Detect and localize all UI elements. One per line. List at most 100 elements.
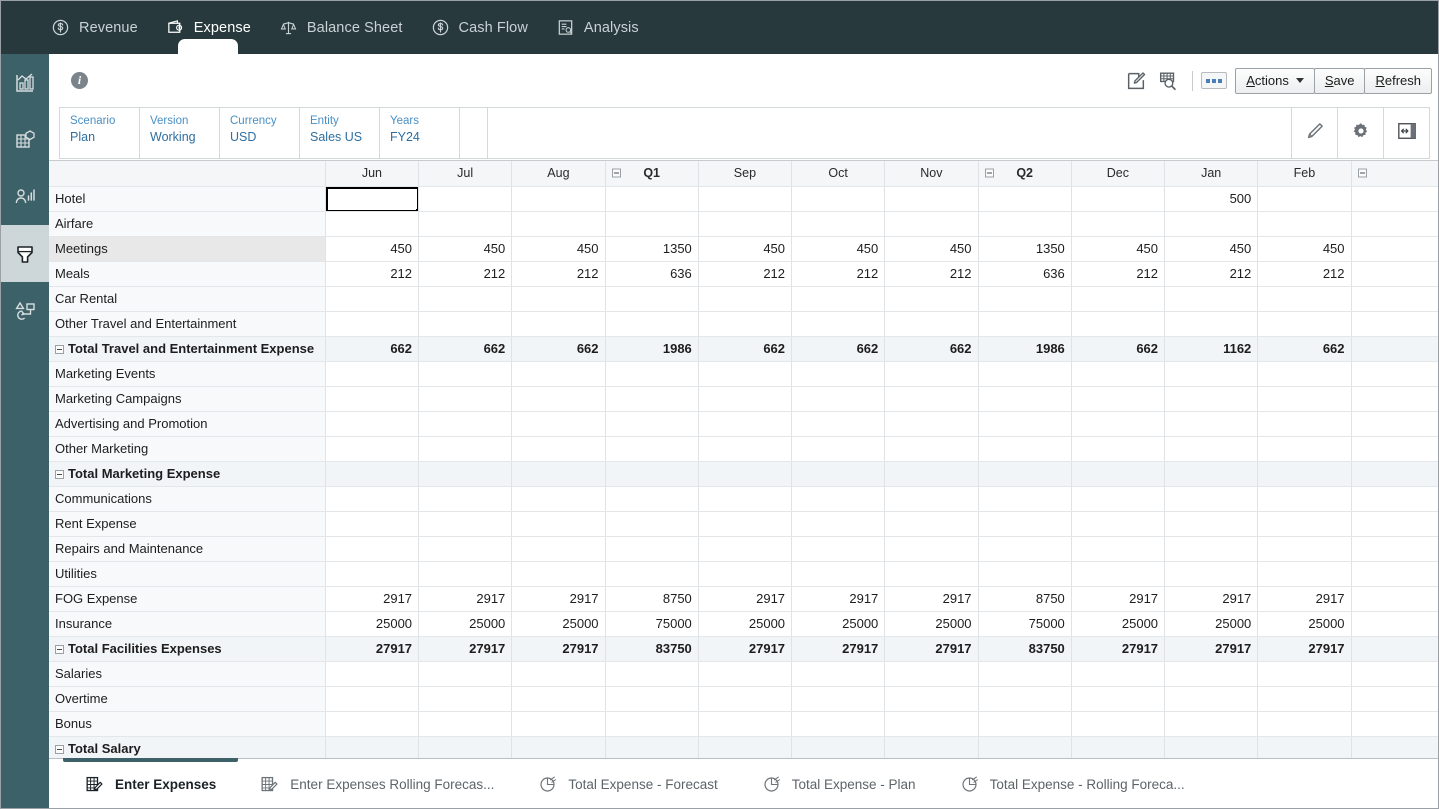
grid-cell[interactable] (1351, 386, 1438, 412)
grid-cell[interactable] (791, 461, 886, 487)
grid-cell[interactable]: 450 (418, 236, 513, 262)
grid-cell[interactable] (418, 536, 513, 562)
grid-cell[interactable]: 662 (1071, 336, 1166, 362)
grid-cell[interactable] (418, 186, 513, 212)
grid-cell[interactable] (605, 186, 699, 212)
grid-cell[interactable]: 636 (978, 261, 1072, 287)
grid-column-header[interactable]: Aug (511, 161, 606, 187)
grid-search-icon[interactable] (1155, 68, 1181, 94)
grid-cell[interactable] (325, 461, 420, 487)
grid-cell[interactable] (605, 361, 699, 387)
grid-cell[interactable] (1071, 286, 1166, 312)
grid-cell[interactable] (511, 186, 606, 212)
grid-cell[interactable]: 212 (698, 261, 793, 287)
grid-cell[interactable] (698, 511, 793, 537)
bottom-tab-total-expense-rolling-forecast[interactable]: Total Expense - Rolling Foreca... (938, 759, 1207, 809)
grid-cell[interactable] (511, 686, 606, 712)
table-row[interactable]: Communications (49, 486, 1438, 512)
sidebar-item-data-forms[interactable] (1, 225, 49, 282)
grid-cell[interactable] (1071, 411, 1166, 437)
grid-cell[interactable]: 662 (511, 336, 606, 362)
grid-cell[interactable]: 662 (884, 336, 979, 362)
grid-cell[interactable] (1164, 736, 1259, 758)
grid-cell[interactable] (791, 436, 886, 462)
grid-cell[interactable] (1257, 536, 1352, 562)
grid-cell[interactable]: 662 (791, 336, 886, 362)
grid-cell[interactable] (698, 486, 793, 512)
grid-cell[interactable] (1351, 236, 1438, 262)
grid-column-header[interactable]: Q2 (978, 161, 1072, 187)
grid-cell[interactable] (511, 511, 606, 537)
grid-cell[interactable] (418, 436, 513, 462)
grid-cell[interactable] (605, 211, 699, 237)
grid-cell[interactable]: 212 (884, 261, 979, 287)
grid-cell[interactable] (605, 511, 699, 537)
grid-cell[interactable] (325, 311, 420, 337)
table-row[interactable]: Marketing Campaigns (49, 386, 1438, 412)
grid-cell[interactable] (605, 411, 699, 437)
grid-cell[interactable] (325, 486, 420, 512)
grid-cell[interactable]: 662 (325, 336, 420, 362)
grid-cell[interactable] (978, 561, 1072, 587)
grid-column-header[interactable]: Q1 (605, 161, 699, 187)
grid-cell[interactable] (978, 686, 1072, 712)
table-row[interactable]: Repairs and Maintenance (49, 536, 1438, 562)
grid-cell[interactable] (1071, 686, 1166, 712)
grid-cell[interactable] (978, 386, 1072, 412)
grid-cell[interactable]: 212 (1164, 261, 1259, 287)
grid-cell[interactable] (1071, 386, 1166, 412)
grid-cell[interactable] (1164, 536, 1259, 562)
row-header-cell[interactable]: Insurance (49, 611, 326, 637)
grid-cell[interactable] (884, 386, 979, 412)
table-row[interactable]: Meetings 450 450 450 1350 450 450 450 1350 450 450… (49, 236, 1438, 262)
table-row[interactable]: Total Travel and Entertainment Expense 66… (49, 336, 1438, 362)
grid-cell[interactable] (1257, 186, 1352, 212)
grid-cell[interactable] (511, 486, 606, 512)
table-row[interactable]: Insurance 25000 25000 25000 75000 25000 25000 2… (49, 611, 1438, 637)
grid-cell[interactable] (325, 661, 420, 687)
row-header-cell[interactable]: Rent Expense (49, 511, 326, 537)
grid-cell[interactable] (1257, 736, 1352, 758)
table-row[interactable]: Other Marketing (49, 436, 1438, 462)
grid-cell[interactable]: 25000 (1257, 611, 1352, 637)
row-header-cell[interactable]: Total Travel and Entertainment Expense (49, 336, 326, 362)
bottom-tab-total-expense-plan[interactable]: Total Expense - Plan (740, 759, 938, 809)
grid-column-header[interactable]: Sep (698, 161, 793, 187)
grid-cell[interactable]: 2917 (511, 586, 606, 612)
grid-cell[interactable] (1351, 736, 1438, 758)
grid-cell[interactable]: 636 (605, 261, 699, 287)
grid-cell[interactable]: 27917 (1164, 636, 1259, 662)
grid-cell[interactable]: 8750 (605, 586, 699, 612)
grid-cell[interactable] (1164, 311, 1259, 337)
grid-cell[interactable] (1071, 661, 1166, 687)
grid-cell[interactable]: 2917 (1071, 586, 1166, 612)
pov-item-years[interactable]: Years FY24 (380, 108, 460, 158)
pov-resize-panel-button[interactable] (1383, 108, 1429, 158)
grid-cell[interactable] (1164, 486, 1259, 512)
row-header-cell[interactable]: Airfare (49, 211, 326, 237)
grid-cell[interactable] (1071, 511, 1166, 537)
grid-cell[interactable] (1257, 211, 1352, 237)
table-row[interactable]: FOG Expense 2917 2917 2917 8750 2917 2917 2917 8… (49, 586, 1438, 612)
grid-cell[interactable] (978, 461, 1072, 487)
grid-cell[interactable]: 450 (511, 236, 606, 262)
row-header-cell[interactable]: Advertising and Promotion (49, 411, 326, 437)
grid-cell[interactable] (325, 286, 420, 312)
grid-cell[interactable]: 450 (1257, 236, 1352, 262)
grid-cell[interactable] (1351, 461, 1438, 487)
grid-cell[interactable]: 2917 (791, 586, 886, 612)
table-row[interactable]: Salaries (49, 661, 1438, 687)
grid-cell[interactable] (325, 561, 420, 587)
table-row[interactable]: Airfare (49, 211, 1438, 237)
grid-column-header[interactable]: Jun (325, 161, 420, 187)
grid-cell[interactable]: 2917 (884, 586, 979, 612)
grid-cell[interactable] (1164, 461, 1259, 487)
grid-cell[interactable] (605, 661, 699, 687)
grid-cell[interactable] (605, 311, 699, 337)
row-header-cell[interactable]: Repairs and Maintenance (49, 536, 326, 562)
grid-cell[interactable] (698, 561, 793, 587)
pov-settings-button[interactable] (1337, 108, 1383, 158)
grid-cell[interactable] (1257, 286, 1352, 312)
grid-cell[interactable] (1351, 636, 1438, 662)
row-header-cell[interactable]: Total Marketing Expense (49, 461, 326, 487)
